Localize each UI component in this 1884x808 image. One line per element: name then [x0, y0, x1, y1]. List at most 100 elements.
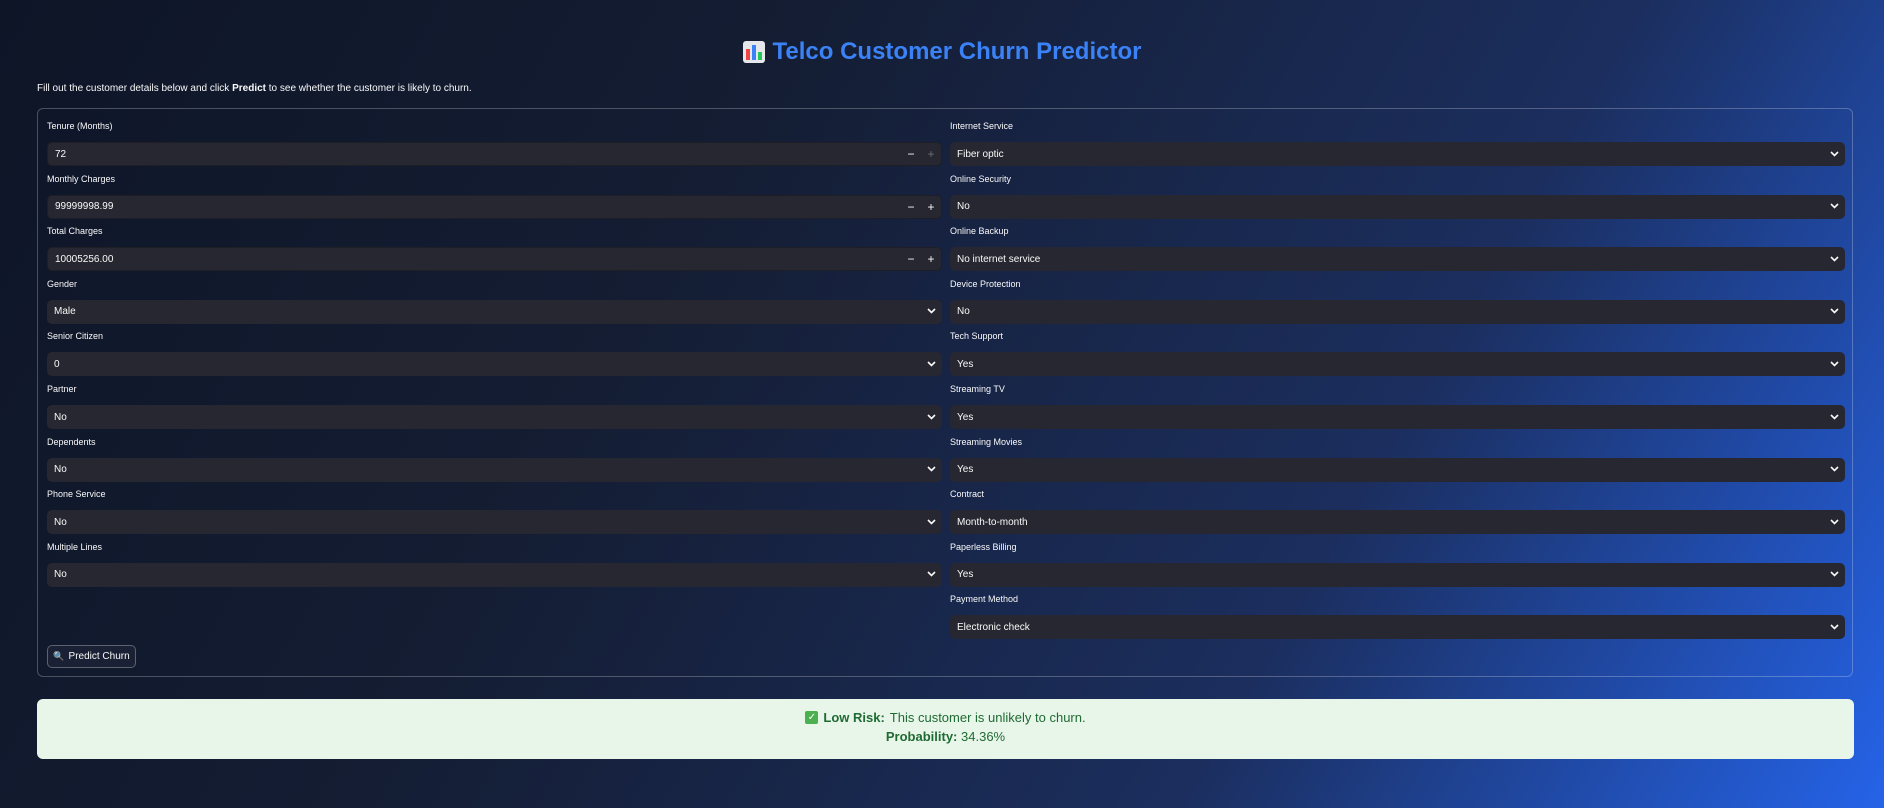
field-label: Gender	[47, 278, 78, 289]
field-value: 0	[54, 358, 60, 370]
field-phone-service: Phone Service No	[47, 488, 942, 535]
probability-value: 34.36%	[961, 729, 1006, 744]
field-value: 10005256.00	[55, 253, 114, 265]
field-value: No	[957, 201, 970, 213]
field-value: 99999998.99	[55, 201, 114, 213]
field-value: Fiber optic	[957, 148, 1004, 160]
field-label: Phone Service	[47, 489, 106, 500]
increment-button[interactable]: +	[921, 200, 941, 214]
dependents-select[interactable]: No	[47, 457, 942, 482]
field-partner: Partner No	[47, 383, 942, 429]
multiple-lines-select[interactable]: No	[47, 562, 942, 587]
chevron-down-icon	[1823, 359, 1845, 370]
page-title: Telco Customer Churn Predictor	[0, 38, 1884, 66]
internet-service-select[interactable]: Fiber optic	[950, 142, 1845, 166]
chevron-down-icon	[1823, 201, 1845, 212]
streaming-movies-select[interactable]: Yes	[950, 457, 1845, 482]
chevron-down-icon	[1823, 306, 1845, 317]
decrement-button[interactable]: −	[901, 252, 921, 266]
probability-label: Probability:	[885, 729, 958, 744]
gender-select[interactable]: Male	[47, 299, 942, 324]
increment-button[interactable]: +	[921, 252, 941, 266]
field-value: Male	[54, 306, 76, 318]
field-label: Device Protection	[950, 278, 1021, 289]
field-monthly-charges: Monthly Charges 99999998.99 − +	[47, 173, 942, 219]
tech-support-select[interactable]: Yes	[950, 352, 1845, 377]
phone-service-select[interactable]: No	[47, 510, 942, 535]
field-label: Dependents	[47, 436, 96, 447]
chevron-down-icon	[1823, 517, 1845, 528]
chevron-down-icon	[920, 517, 942, 528]
field-contract: Contract Month-to-month	[950, 488, 1845, 535]
predict-churn-button[interactable]: 🔍 Predict Churn	[47, 645, 136, 668]
field-label: Paperless Billing	[950, 541, 1017, 552]
intro-text: Fill out the customer details below and …	[37, 83, 472, 94]
payment-method-select[interactable]: Electronic check	[950, 615, 1845, 640]
decrement-button[interactable]: −	[901, 200, 921, 214]
field-value: 72	[55, 148, 67, 160]
field-payment-method: Payment Method Electronic check	[950, 593, 1845, 640]
title-text: Telco Customer Churn Predictor	[772, 38, 1142, 65]
chevron-down-icon	[920, 569, 942, 580]
increment-button[interactable]: +	[921, 147, 941, 161]
field-label: Partner	[47, 384, 77, 394]
field-value: Yes	[957, 464, 974, 476]
bar-chart-icon	[742, 41, 765, 63]
field-value: No	[957, 306, 970, 318]
contract-select[interactable]: Month-to-month	[950, 510, 1845, 535]
field-online-security: Online Security No	[950, 173, 1845, 219]
field-label: Streaming TV	[950, 384, 1005, 394]
field-label: Total Charges	[47, 226, 103, 237]
field-value: Month-to-month	[957, 516, 1028, 528]
total-charges-input[interactable]: 10005256.00 − +	[47, 247, 942, 272]
field-online-backup: Online Backup No internet service	[950, 225, 1845, 272]
field-label: Contract	[950, 489, 985, 500]
field-value: Yes	[957, 411, 974, 423]
chevron-down-icon	[1823, 464, 1845, 475]
chevron-down-icon	[1823, 254, 1845, 265]
tenure-months-input[interactable]: 72 − +	[47, 142, 942, 166]
field-value: Yes	[957, 569, 974, 581]
field-label: Multiple Lines	[47, 541, 103, 552]
partner-select[interactable]: No	[47, 405, 942, 429]
risk-label: Low Risk:	[823, 710, 885, 725]
intro-bold: Predict	[232, 83, 266, 94]
check-icon: ✓	[805, 711, 819, 724]
predict-button-label: Predict Churn	[68, 651, 130, 662]
field-dependents: Dependents No	[47, 436, 942, 482]
field-label: Streaming Movies	[950, 436, 1023, 447]
prediction-result: ✓ Low Risk: This customer is unlikely to…	[37, 699, 1854, 759]
chevron-down-icon	[1823, 149, 1845, 160]
online-backup-select[interactable]: No internet service	[950, 247, 1845, 272]
streaming-tv-select[interactable]: Yes	[950, 405, 1845, 429]
monthly-charges-input[interactable]: 99999998.99 − +	[47, 194, 942, 219]
field-senior-citizen: Senior Citizen 0	[47, 330, 942, 377]
chevron-down-icon	[920, 359, 942, 370]
field-label: Online Backup	[950, 226, 1009, 237]
field-label: Internet Service	[950, 121, 1014, 131]
field-tech-support: Tech Support Yes	[950, 330, 1845, 377]
field-value: No	[54, 411, 67, 423]
decrement-button[interactable]: −	[901, 147, 921, 161]
field-value: Yes	[957, 358, 974, 370]
chevron-down-icon	[1823, 622, 1845, 633]
field-device-protection: Device Protection No	[950, 278, 1845, 324]
field-multiple-lines: Multiple Lines No	[47, 541, 942, 587]
field-streaming-movies: Streaming Movies Yes	[950, 436, 1845, 482]
field-value: No	[54, 464, 67, 476]
field-paperless-billing: Paperless Billing Yes	[950, 541, 1845, 587]
chevron-down-icon	[1823, 569, 1845, 580]
online-security-select[interactable]: No	[950, 194, 1845, 219]
field-value: No internet service	[957, 253, 1041, 265]
field-value: No	[54, 569, 67, 581]
field-internet-service: Internet Service Fiber optic	[950, 120, 1845, 166]
senior-citizen-select[interactable]: 0	[47, 352, 942, 377]
field-label: Monthly Charges	[47, 173, 116, 184]
paperless-billing-select[interactable]: Yes	[950, 562, 1845, 587]
field-label: Online Security	[950, 173, 1012, 184]
field-label: Payment Method	[950, 594, 1019, 605]
field-label: Senior Citizen	[47, 331, 104, 342]
device-protection-select[interactable]: No	[950, 299, 1845, 324]
field-value: Electronic check	[957, 621, 1030, 633]
field-tenure-months: Tenure (Months) 72 − +	[47, 120, 942, 166]
